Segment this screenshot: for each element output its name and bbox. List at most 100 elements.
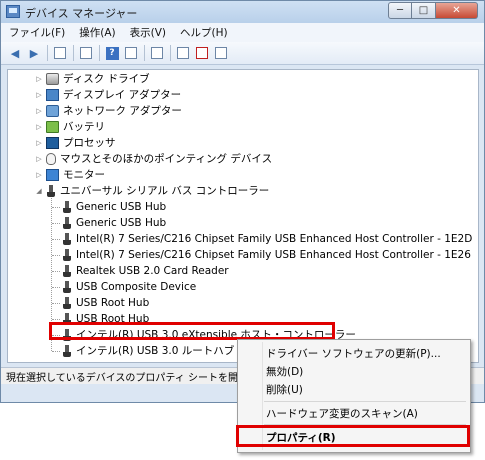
battery-icon [46,121,59,133]
processor-icon [46,137,59,149]
menu-help[interactable]: ヘルプ(H) [178,24,230,41]
tree-device[interactable]: Generic USB Hub [52,199,166,215]
category-label: プロセッサ [63,137,116,149]
tree-device[interactable]: Intel(R) 7 Series/C216 Chipset Family US… [52,231,472,247]
tree-category-usb-controllers[interactable]: ◢ ユニバーサル シリアル バス コントローラー [34,183,269,199]
update-driver-button[interactable] [175,45,191,61]
device-label: Intel(R) 7 Series/C216 Chipset Family US… [76,249,471,261]
menu-file[interactable]: ファイル(F) [7,24,67,41]
menu-uninstall[interactable]: 削除(U) [266,382,303,397]
tree-category-batteries[interactable]: ▷ バッテリ [34,119,105,135]
device-label: インテル(R) USB 3.0 ルートハブ [76,345,235,357]
toolbar-separator [99,45,100,61]
toolbar-separator [73,45,74,61]
device-manager-icon [6,5,20,18]
tree-connector [52,350,60,352]
update-driver-icon [177,47,189,59]
tree-device[interactable]: インテル(R) USB 3.0 ルートハブ [52,343,234,359]
usb-icon [62,248,72,262]
expand-arrow-icon[interactable]: ▷ [34,71,44,87]
tree-category-monitors[interactable]: ▷ モニター [34,167,105,183]
category-label: マウスとそのほかのポインティング デバイス [60,153,273,165]
device-label: Intel(R) 7 Series/C216 Chipset Family US… [76,233,473,245]
expand-arrow-icon[interactable]: ▷ [34,135,44,151]
disable-icon [215,47,227,59]
maximize-button[interactable]: □ [412,2,436,19]
expand-arrow-icon[interactable]: ▷ [34,167,44,183]
menu-disable[interactable]: 無効(D) [266,364,303,379]
category-label: モニター [63,169,105,181]
uninstall-button[interactable] [194,45,210,61]
maximize-icon: □ [418,5,429,16]
category-label: バッテリ [63,121,105,133]
help-icon: ? [105,46,119,60]
menu-scan-hardware[interactable]: ハードウェア変更のスキャン(A) [266,406,418,421]
menu-update-driver[interactable]: ドライバー ソフトウェアの更新(P)... [266,346,441,361]
scan-hardware-icon [151,47,163,59]
tree-category-display-adapters[interactable]: ▷ ディスプレイ アダプター [34,87,181,103]
usb-icon [46,184,56,198]
tree-category-disk-drives[interactable]: ▷ ディスク ドライブ [34,71,150,87]
tree-device[interactable]: Realtek USB 2.0 Card Reader [52,263,229,279]
device-label: Generic USB Hub [76,201,167,213]
tree-device[interactable]: Generic USB Hub [52,215,166,231]
properties-highlight [236,425,470,447]
forward-arrow-icon: ▶ [29,46,39,60]
usb-icon [62,216,72,230]
menu-separator [264,401,466,402]
console-tree-button[interactable] [52,45,68,61]
back-button[interactable]: ◀ [7,45,23,61]
tree-category-processors[interactable]: ▷ プロセッサ [34,135,116,151]
menu-action[interactable]: 操作(A) [77,24,117,41]
tree-device[interactable]: Intel(R) 7 Series/C216 Chipset Family US… [52,247,471,263]
category-label: ディスプレイ アダプター [63,89,182,101]
tree-device[interactable]: USB Root Hub [52,295,149,311]
properties-icon [80,47,92,59]
usb-icon [62,344,72,358]
monitor-icon [46,169,59,181]
device-label: USB Composite Device [76,281,197,293]
usb-icon [62,232,72,246]
tree-category-network-adapters[interactable]: ▷ ネットワーク アダプター [34,103,182,119]
tree-category-mice[interactable]: ▷ マウスとそのほかのポインティング デバイス [34,151,272,167]
close-icon: ✕ [452,5,461,16]
network-adapter-icon [46,105,59,117]
expand-arrow-icon[interactable]: ▷ [34,103,44,119]
window-controls: ─ □ ✕ [388,2,478,19]
expand-arrow-icon[interactable]: ▷ [34,87,44,103]
tree-connector [52,318,60,320]
expand-arrow-icon[interactable]: ▷ [34,119,44,135]
device-label: Realtek USB 2.0 Card Reader [76,265,229,277]
window-title: デバイス マネージャー [25,7,138,20]
action-pane-button[interactable] [123,45,139,61]
category-label: ユニバーサル シリアル バス コントローラー [60,185,270,197]
menu-view[interactable]: 表示(V) [128,24,168,41]
uninstall-icon [196,47,208,59]
device-tree[interactable]: ▷ ディスク ドライブ ▷ ディスプレイ アダプター ▷ ネットワーク アダプタ… [7,69,479,363]
help-button[interactable]: ? [104,45,120,61]
tree-connector [52,286,60,288]
tree-connector [52,254,60,256]
device-label: Generic USB Hub [76,217,167,229]
title-bar[interactable]: デバイス マネージャー ─ □ ✕ [1,1,484,23]
tree-connector [52,222,60,224]
usb-icon [62,264,72,278]
display-adapter-icon [46,89,59,101]
close-button[interactable]: ✕ [436,2,478,19]
forward-button[interactable]: ▶ [26,45,42,61]
disable-button[interactable] [213,45,229,61]
console-tree-icon [54,47,66,59]
minimize-button[interactable]: ─ [388,2,412,19]
toolbar-separator [144,45,145,61]
usb-icon [62,296,72,310]
collapse-arrow-icon[interactable]: ◢ [34,183,44,199]
disk-drive-icon [46,73,59,85]
expand-arrow-icon[interactable]: ▷ [34,151,44,167]
toolbar: ◀ ▶ ? [1,42,484,65]
back-arrow-icon: ◀ [10,46,20,60]
scan-hardware-button[interactable] [149,45,165,61]
category-label: ディスク ドライブ [63,73,150,85]
minimize-icon: ─ [396,5,404,16]
properties-toolbar-button[interactable] [78,45,94,61]
tree-device[interactable]: USB Composite Device [52,279,196,295]
